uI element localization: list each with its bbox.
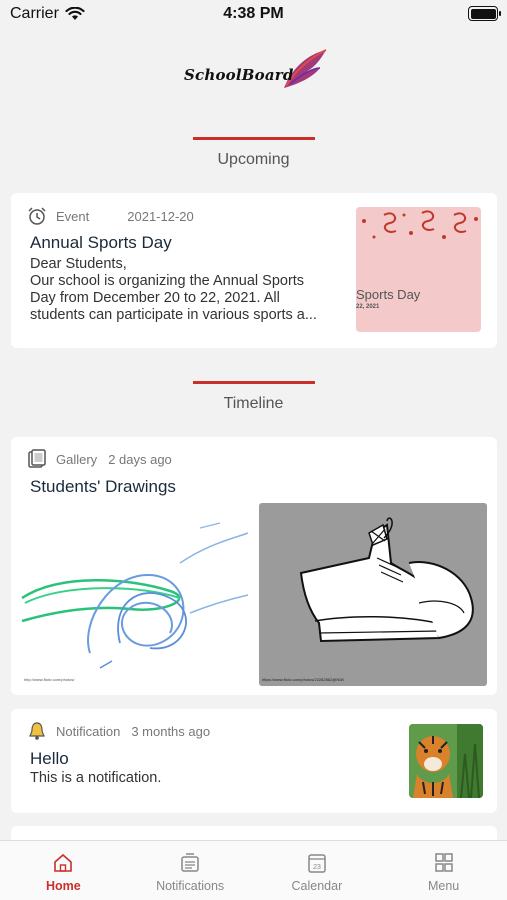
alarm-clock-icon xyxy=(28,207,46,225)
notification-body: This is a notification. xyxy=(30,770,162,786)
tab-label: Menu xyxy=(427,879,460,893)
event-card[interactable]: Event 2021-12-20 Annual Sports Day Dear … xyxy=(11,193,497,348)
event-body-line: Dear Students, xyxy=(30,256,127,272)
section-underline xyxy=(192,381,315,384)
home-icon xyxy=(54,853,73,872)
tiger-image xyxy=(409,724,483,798)
tab-calendar[interactable]: 23 Calendar xyxy=(254,841,381,900)
logo-text: SchoolBoard xyxy=(184,66,294,84)
upcoming-section-header: Upcoming xyxy=(0,137,507,169)
gallery-date: 2 days ago xyxy=(108,451,172,467)
event-meta: Event 2021-12-20 xyxy=(27,206,194,226)
image-caption: http://www.flickr.com/photos/ xyxy=(24,677,75,682)
gallery-image-1[interactable]: http://www.flickr.com/photos/ xyxy=(20,503,249,686)
tab-menu[interactable]: Menu xyxy=(380,841,507,900)
notification-date: 3 months ago xyxy=(131,723,211,739)
boot-drawing xyxy=(299,517,474,643)
tab-notifications[interactable]: Notifications xyxy=(127,841,254,900)
event-body-line: Our school is organizing the Annual Spor… xyxy=(30,273,305,289)
menu-grid-icon xyxy=(434,853,453,872)
status-bar: Carrier 4:38 PM xyxy=(0,0,507,30)
gallery-type: Gallery xyxy=(56,451,98,467)
app-logo: SchoolBoard xyxy=(180,46,330,90)
timeline-heading: Timeline xyxy=(223,395,284,412)
notification-type: Notification xyxy=(56,723,121,739)
notification-card[interactable]: Notification 3 months ago Hello This is … xyxy=(11,709,497,813)
clock: 4:38 PM xyxy=(223,5,284,22)
notifications-icon xyxy=(181,853,199,872)
thumbnail-subtext: 22, 2021 xyxy=(356,304,380,310)
event-type: Event xyxy=(56,208,90,224)
thumbnail-text: Sports Day xyxy=(356,287,421,302)
tab-bar: Home Notifications 23 Calendar Menu xyxy=(0,840,507,900)
calendar-day: 23 xyxy=(313,864,321,871)
notification-title[interactable]: Hello xyxy=(30,749,69,769)
event-thumbnail[interactable]: Sports Day 22, 2021 xyxy=(356,207,481,332)
confetti-graphic xyxy=(362,210,478,239)
image-caption: https://www.flickr.com/photos/22282862@N… xyxy=(262,677,344,682)
bell-icon xyxy=(29,722,45,740)
gallery-card[interactable]: Gallery 2 days ago Students' Drawings ht… xyxy=(11,437,497,695)
tab-home[interactable]: Home xyxy=(0,841,127,900)
calendar-icon: 23 xyxy=(308,854,326,873)
event-title[interactable]: Annual Sports Day xyxy=(30,233,172,253)
scribble-drawing xyxy=(21,522,249,669)
tab-label: Calendar xyxy=(291,879,343,893)
tab-label: Home xyxy=(46,879,81,893)
notification-meta: Notification 3 months ago xyxy=(27,721,210,741)
section-underline xyxy=(192,137,315,140)
gallery-title[interactable]: Students' Drawings xyxy=(30,477,176,497)
event-body-line: students can participate in various spor… xyxy=(30,307,317,323)
event-body: Dear Students, Our school is organizing … xyxy=(30,256,348,324)
event-body-line: Day from December 20 to 22, 2021. All xyxy=(30,290,280,306)
notification-thumbnail[interactable] xyxy=(409,724,483,798)
gallery-meta: Gallery 2 days ago xyxy=(27,449,172,469)
upcoming-heading: Upcoming xyxy=(217,151,290,168)
event-date: 2021-12-20 xyxy=(127,208,194,224)
gallery-icon xyxy=(28,449,46,468)
gallery-image-2[interactable]: https://www.flickr.com/photos/22282862@N… xyxy=(259,503,487,686)
tab-label: Notifications xyxy=(156,879,225,893)
timeline-section-header: Timeline xyxy=(0,381,507,413)
battery-icon xyxy=(468,6,501,21)
